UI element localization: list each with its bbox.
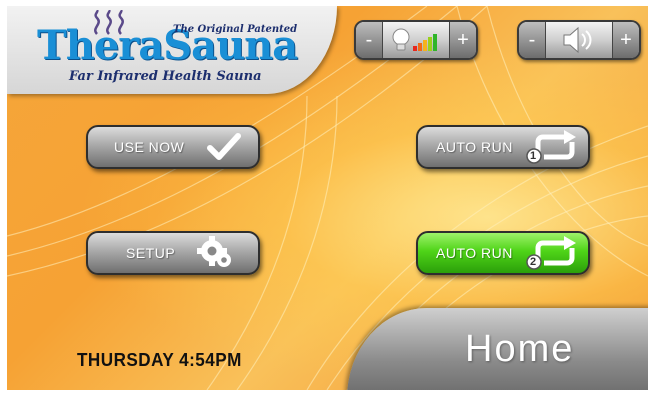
use-now-label: USE NOW xyxy=(114,139,185,155)
gear-icon xyxy=(197,236,231,267)
volume-control: - + xyxy=(517,20,641,60)
logo-panel: TheraSauna The Original Patented Far Inf… xyxy=(7,6,337,94)
setup-button[interactable]: SETUP xyxy=(86,231,260,275)
light-decrease-button[interactable]: - xyxy=(356,22,383,58)
checkmark-icon xyxy=(207,133,241,160)
auto-run-1-button[interactable]: AUTO RUN 1 xyxy=(416,125,590,169)
preset-1-number: 1 xyxy=(530,150,537,162)
volume-increase-button[interactable]: + xyxy=(612,22,639,58)
page-title: Home xyxy=(465,328,575,370)
brand-tagline: The Original Patented xyxy=(173,24,298,35)
brand-subtitle: Far Infrared Health Sauna xyxy=(69,69,262,84)
light-increase-button[interactable]: + xyxy=(449,22,476,58)
auto-run-2-button[interactable]: AUTO RUN 2 xyxy=(416,231,590,275)
speaker-icon xyxy=(563,26,592,54)
auto-run-2-label: AUTO RUN xyxy=(436,245,513,261)
use-now-button[interactable]: USE NOW xyxy=(86,125,260,169)
light-level-bars xyxy=(413,34,437,51)
setup-label: SETUP xyxy=(126,245,176,261)
light-indicator xyxy=(383,22,449,58)
volume-indicator xyxy=(546,22,612,58)
preset-2-number: 2 xyxy=(530,256,537,268)
light-control: - + xyxy=(354,20,478,60)
home-panel: Home xyxy=(347,308,648,390)
volume-decrease-button[interactable]: - xyxy=(519,22,546,58)
day-time-display: THURSDAY 4:54PM xyxy=(77,350,242,370)
lightbulb-icon xyxy=(392,28,410,51)
sauna-control-screen: TheraSauna The Original Patented Far Inf… xyxy=(7,6,648,390)
auto-run-1-label: AUTO RUN xyxy=(436,139,513,155)
